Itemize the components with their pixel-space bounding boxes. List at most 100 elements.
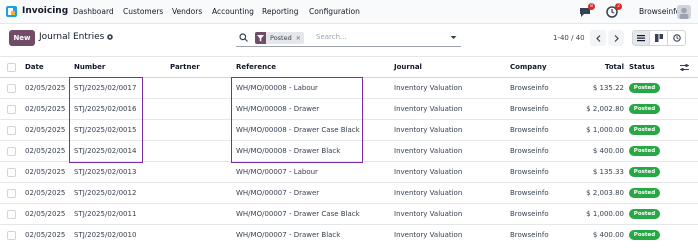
filter-label: Posted xyxy=(270,34,292,42)
list-view-button[interactable] xyxy=(632,30,650,46)
chevron-left-icon xyxy=(595,34,600,42)
cell-company: Browseinfo xyxy=(510,168,549,176)
cell-reference: WH/MO/00007 - Drawer Case Black xyxy=(236,210,360,218)
column-header-total[interactable]: Total xyxy=(560,63,624,71)
cell-date: 02/05/2025 xyxy=(25,168,66,176)
search-bar[interactable]: Posted ✕ Search... xyxy=(236,29,461,47)
filter-icon xyxy=(255,32,266,44)
cell-date: 02/05/2025 xyxy=(25,126,66,134)
chevron-right-icon xyxy=(614,34,619,42)
menu-reporting[interactable]: Reporting xyxy=(262,7,298,16)
status-badge: Posted xyxy=(629,230,660,240)
status-badge: Posted xyxy=(629,146,660,156)
cell-date: 02/05/2025 xyxy=(25,84,66,92)
cell-journal: Inventory Valuation xyxy=(394,168,463,176)
company-switcher[interactable]: Browseinfo xyxy=(639,7,680,16)
status-badge: Posted xyxy=(629,188,660,198)
cell-date: 02/05/2025 xyxy=(25,189,66,197)
row-checkbox[interactable] xyxy=(7,168,16,177)
page-title: Journal Entries xyxy=(39,32,105,42)
menu-accounting[interactable]: Accounting xyxy=(212,7,254,16)
cell-company: Browseinfo xyxy=(510,189,549,197)
filter-facet-posted[interactable]: Posted ✕ xyxy=(255,32,304,44)
table-header: Date Number Partner Reference Journal Co… xyxy=(0,56,698,78)
column-header-partner[interactable]: Partner xyxy=(170,63,200,71)
column-header-journal[interactable]: Journal xyxy=(394,63,422,71)
app-name[interactable]: Invoicing xyxy=(22,6,68,16)
activities-badge: 2 xyxy=(615,3,622,10)
cell-company: Browseinfo xyxy=(510,210,549,218)
row-checkbox[interactable] xyxy=(7,126,16,135)
search-input[interactable]: Search... xyxy=(316,33,347,41)
cell-total: $ 1,000.00 xyxy=(586,126,624,134)
cell-total: $ 135.22 xyxy=(592,84,624,92)
close-icon[interactable]: ✕ xyxy=(296,35,304,42)
cell-total: $ 400.00 xyxy=(592,147,624,155)
table-row[interactable]: 02/05/2025 STJ/2025/02/0012 WH/MO/00007 … xyxy=(0,183,698,204)
clock-icon xyxy=(672,34,681,42)
menu-vendors[interactable]: Vendors xyxy=(172,7,202,16)
activity-view-button[interactable] xyxy=(668,30,686,46)
cell-company: Browseinfo xyxy=(510,105,549,113)
status-badge: Posted xyxy=(629,167,660,177)
user-avatar[interactable] xyxy=(677,5,691,19)
cell-date: 02/05/2025 xyxy=(25,147,66,155)
cell-reference: WH/MO/00007 - Drawer xyxy=(236,189,320,197)
table-row[interactable]: 02/05/2025 STJ/2025/02/0013 WH/MO/00007 … xyxy=(0,162,698,183)
cell-journal: Inventory Valuation xyxy=(394,147,463,155)
cell-company: Browseinfo xyxy=(510,147,549,155)
row-checkbox[interactable] xyxy=(7,189,16,198)
cell-journal: Inventory Valuation xyxy=(394,126,463,134)
cell-total: $ 2,003.80 xyxy=(586,189,624,197)
pager-next-button[interactable] xyxy=(608,30,624,46)
menu-customers[interactable]: Customers xyxy=(123,7,163,16)
column-header-number[interactable]: Number xyxy=(74,63,105,71)
column-header-reference[interactable]: Reference xyxy=(236,63,276,71)
cell-number: STJ/2025/02/0011 xyxy=(74,210,137,218)
menu-configuration[interactable]: Configuration xyxy=(309,7,360,16)
cell-company: Browseinfo xyxy=(510,84,549,92)
cell-number: STJ/2025/02/0010 xyxy=(74,231,137,239)
messages-badge: 8 xyxy=(588,3,595,10)
cell-date: 02/05/2025 xyxy=(25,210,66,218)
cell-journal: Inventory Valuation xyxy=(394,84,463,92)
select-all-checkbox[interactable] xyxy=(7,63,16,72)
status-badge: Posted xyxy=(629,104,660,114)
row-checkbox[interactable] xyxy=(7,147,16,156)
table-row[interactable]: 02/05/2025 STJ/2025/02/0011 WH/MO/00007 … xyxy=(0,204,698,225)
kanban-view-button[interactable] xyxy=(650,30,668,46)
cell-total: $ 400.00 xyxy=(592,231,624,239)
status-badge: Posted xyxy=(629,125,660,135)
column-header-company[interactable]: Company xyxy=(510,63,547,71)
row-checkbox[interactable] xyxy=(7,105,16,114)
pager-value[interactable]: 1-40 / 40 xyxy=(553,34,585,42)
table-row[interactable]: 02/05/2025 STJ/2025/02/0010 WH/MO/00007 … xyxy=(0,225,698,245)
invoicing-app-icon[interactable] xyxy=(6,6,17,17)
cell-number: STJ/2025/02/0012 xyxy=(74,189,137,197)
cell-date: 02/05/2025 xyxy=(25,105,66,113)
row-checkbox[interactable] xyxy=(7,84,16,93)
row-checkbox[interactable] xyxy=(7,210,16,219)
cell-journal: Inventory Valuation xyxy=(394,105,463,113)
menu-dashboard[interactable]: Dashboard xyxy=(73,7,114,16)
highlight-box-number xyxy=(69,77,143,163)
cell-number: STJ/2025/02/0013 xyxy=(74,168,137,176)
chevron-down-icon[interactable] xyxy=(450,34,457,41)
new-button[interactable]: New xyxy=(9,30,35,46)
gear-icon[interactable] xyxy=(106,33,114,41)
cell-journal: Inventory Valuation xyxy=(394,189,463,197)
kanban-icon xyxy=(654,34,663,42)
cell-total: $ 2,002.80 xyxy=(586,105,624,113)
cell-company: Browseinfo xyxy=(510,231,549,239)
cell-date: 02/05/2025 xyxy=(25,231,66,239)
pager-previous-button[interactable] xyxy=(590,30,606,46)
cell-journal: Inventory Valuation xyxy=(394,231,463,239)
search-icon[interactable] xyxy=(239,33,248,42)
messages-icon[interactable]: 8 xyxy=(578,3,595,19)
row-checkbox[interactable] xyxy=(7,231,16,240)
highlight-box-reference xyxy=(231,77,363,163)
activities-icon[interactable]: 2 xyxy=(605,3,622,19)
column-header-status[interactable]: Status xyxy=(629,63,655,71)
column-header-date[interactable]: Date xyxy=(25,63,44,71)
optional-columns-icon[interactable] xyxy=(680,63,689,72)
